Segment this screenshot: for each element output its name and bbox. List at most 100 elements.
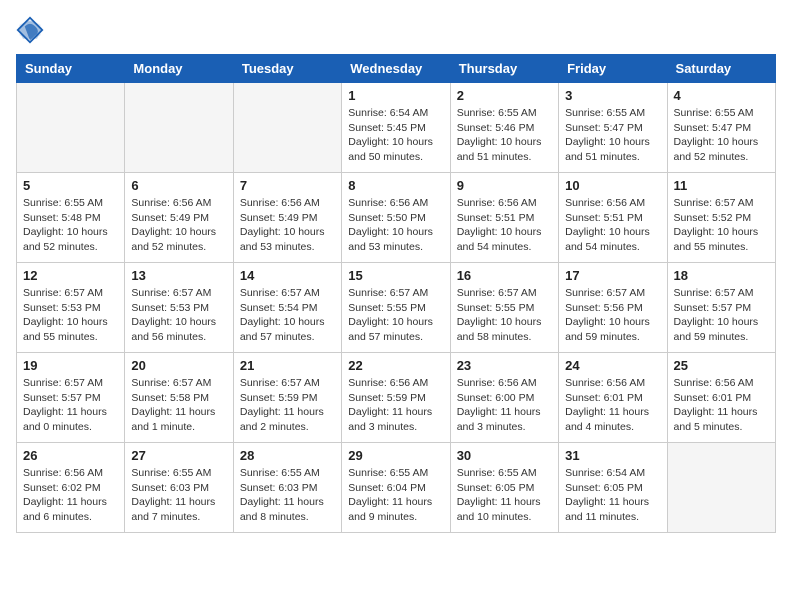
day-number: 23: [457, 358, 552, 373]
calendar-cell: 13Sunrise: 6:57 AM Sunset: 5:53 PM Dayli…: [125, 263, 233, 353]
day-number: 12: [23, 268, 118, 283]
day-info: Sunrise: 6:56 AM Sunset: 6:02 PM Dayligh…: [23, 466, 118, 525]
day-number: 3: [565, 88, 660, 103]
day-number: 14: [240, 268, 335, 283]
day-info: Sunrise: 6:57 AM Sunset: 5:55 PM Dayligh…: [348, 286, 443, 345]
day-info: Sunrise: 6:55 AM Sunset: 6:03 PM Dayligh…: [240, 466, 335, 525]
calendar-cell: [17, 83, 125, 173]
day-info: Sunrise: 6:55 AM Sunset: 6:05 PM Dayligh…: [457, 466, 552, 525]
calendar-cell: 8 Sunrise: 6:56 AM Sunset: 5:50 PM Daylig…: [342, 173, 450, 263]
day-number: 18: [674, 268, 769, 283]
day-info: Sunrise: 6:56 AM Sunset: 5:59 PM Dayligh…: [348, 376, 443, 435]
day-info: Sunrise: 6:54 AM Sunset: 5:45 PM Dayligh…: [348, 106, 443, 165]
day-number: 17: [565, 268, 660, 283]
day-number: 2: [457, 88, 552, 103]
logo: [16, 16, 48, 44]
day-number: 5: [23, 178, 118, 193]
day-number: 22: [348, 358, 443, 373]
day-info: Sunrise: 6:54 AM Sunset: 6:05 PM Dayligh…: [565, 466, 660, 525]
calendar-cell: 27 Sunrise: 6:55 AM Sunset: 6:03 PM Dayli…: [125, 443, 233, 533]
day-number: 30: [457, 448, 552, 463]
calendar-cell: 29 Sunrise: 6:55 AM Sunset: 6:04 PM Dayli…: [342, 443, 450, 533]
calendar-cell: 5 Sunrise: 6:55 AM Sunset: 5:48 PM Daylig…: [17, 173, 125, 263]
day-info: Sunrise: 6:55 AM Sunset: 5:47 PM Dayligh…: [674, 106, 769, 165]
day-info: Sunrise: 6:56 AM Sunset: 5:51 PM Dayligh…: [457, 196, 552, 255]
calendar-cell: 12 Sunrise: 6:57 AM Sunset: 5:53 PM Dayli…: [17, 263, 125, 353]
weekday-header: Saturday: [667, 55, 775, 83]
calendar-cell: 24 Sunrise: 6:56 AM Sunset: 6:01 PM Dayli…: [559, 353, 667, 443]
day-number: 25: [674, 358, 769, 373]
calendar-cell: 1 Sunrise: 6:54 AM Sunset: 5:45 PM Daylig…: [342, 83, 450, 173]
day-number: 8: [348, 178, 443, 193]
calendar-cell: 14 Sunrise: 6:57 AM Sunset: 5:54 PM Dayli…: [233, 263, 341, 353]
page-header: [16, 16, 776, 44]
day-info: Sunrise: 6:55 AM Sunset: 6:03 PM Dayligh…: [131, 466, 226, 525]
weekday-header: Tuesday: [233, 55, 341, 83]
day-number: 6: [131, 178, 226, 193]
calendar-cell: [125, 83, 233, 173]
calendar-cell: [667, 443, 775, 533]
day-number: 15: [348, 268, 443, 283]
calendar-cell: 28 Sunrise: 6:55 AM Sunset: 6:03 PM Dayli…: [233, 443, 341, 533]
day-info: Sunrise: 6:56 AM Sunset: 6:01 PM Dayligh…: [674, 376, 769, 435]
calendar-cell: 31 Sunrise: 6:54 AM Sunset: 6:05 PM Dayli…: [559, 443, 667, 533]
day-info: Sunrise: 6:56 AM Sunset: 5:49 PM Dayligh…: [131, 196, 226, 255]
day-number: 10: [565, 178, 660, 193]
day-number: 1: [348, 88, 443, 103]
day-info: Sunrise: 6:55 AM Sunset: 5:46 PM Dayligh…: [457, 106, 552, 165]
calendar-cell: 4 Sunrise: 6:55 AM Sunset: 5:47 PM Daylig…: [667, 83, 775, 173]
day-info: Sunrise: 6:57 AM Sunset: 5:56 PM Dayligh…: [565, 286, 660, 345]
day-info: Sunrise: 6:56 AM Sunset: 5:50 PM Dayligh…: [348, 196, 443, 255]
day-info: Sunrise: 6:56 AM Sunset: 5:49 PM Dayligh…: [240, 196, 335, 255]
day-info: Sunrise: 6:57 AM Sunset: 5:57 PM Dayligh…: [23, 376, 118, 435]
day-info: Sunrise: 6:57 AM Sunset: 5:58 PM Dayligh…: [131, 376, 226, 435]
calendar-cell: 16Sunrise: 6:57 AM Sunset: 5:55 PM Dayli…: [450, 263, 558, 353]
weekday-header-row: SundayMondayTuesdayWednesdayThursdayFrid…: [17, 55, 776, 83]
day-number: 4: [674, 88, 769, 103]
day-info: Sunrise: 6:57 AM Sunset: 5:54 PM Dayligh…: [240, 286, 335, 345]
day-number: 9: [457, 178, 552, 193]
calendar-cell: 30 Sunrise: 6:55 AM Sunset: 6:05 PM Dayli…: [450, 443, 558, 533]
calendar-week-row: 12 Sunrise: 6:57 AM Sunset: 5:53 PM Dayli…: [17, 263, 776, 353]
day-info: Sunrise: 6:57 AM Sunset: 5:55 PM Dayligh…: [457, 286, 552, 345]
weekday-header: Sunday: [17, 55, 125, 83]
day-number: 20: [131, 358, 226, 373]
calendar-cell: 20 Sunrise: 6:57 AM Sunset: 5:58 PM Dayli…: [125, 353, 233, 443]
calendar-week-row: 5 Sunrise: 6:55 AM Sunset: 5:48 PM Daylig…: [17, 173, 776, 263]
day-number: 29: [348, 448, 443, 463]
calendar-cell: 26 Sunrise: 6:56 AM Sunset: 6:02 PM Dayli…: [17, 443, 125, 533]
calendar-cell: 3 Sunrise: 6:55 AM Sunset: 5:47 PM Daylig…: [559, 83, 667, 173]
day-number: 27: [131, 448, 226, 463]
day-info: Sunrise: 6:55 AM Sunset: 5:47 PM Dayligh…: [565, 106, 660, 165]
calendar-cell: 19Sunrise: 6:57 AM Sunset: 5:57 PM Dayli…: [17, 353, 125, 443]
day-info: Sunrise: 6:56 AM Sunset: 6:01 PM Dayligh…: [565, 376, 660, 435]
calendar-cell: 21Sunrise: 6:57 AM Sunset: 5:59 PM Dayli…: [233, 353, 341, 443]
day-info: Sunrise: 6:56 AM Sunset: 6:00 PM Dayligh…: [457, 376, 552, 435]
day-info: Sunrise: 6:55 AM Sunset: 6:04 PM Dayligh…: [348, 466, 443, 525]
calendar-cell: [233, 83, 341, 173]
day-number: 31: [565, 448, 660, 463]
day-info: Sunrise: 6:57 AM Sunset: 5:53 PM Dayligh…: [23, 286, 118, 345]
day-info: Sunrise: 6:57 AM Sunset: 5:53 PM Dayligh…: [131, 286, 226, 345]
calendar-week-row: 19Sunrise: 6:57 AM Sunset: 5:57 PM Dayli…: [17, 353, 776, 443]
day-number: 26: [23, 448, 118, 463]
day-info: Sunrise: 6:57 AM Sunset: 5:52 PM Dayligh…: [674, 196, 769, 255]
calendar-cell: 23 Sunrise: 6:56 AM Sunset: 6:00 PM Dayli…: [450, 353, 558, 443]
weekday-header: Friday: [559, 55, 667, 83]
calendar-body: 1 Sunrise: 6:54 AM Sunset: 5:45 PM Daylig…: [17, 83, 776, 533]
day-info: Sunrise: 6:57 AM Sunset: 5:57 PM Dayligh…: [674, 286, 769, 345]
weekday-header: Wednesday: [342, 55, 450, 83]
day-info: Sunrise: 6:56 AM Sunset: 5:51 PM Dayligh…: [565, 196, 660, 255]
day-number: 24: [565, 358, 660, 373]
calendar-cell: 25 Sunrise: 6:56 AM Sunset: 6:01 PM Dayli…: [667, 353, 775, 443]
logo-icon: [16, 16, 44, 44]
calendar-cell: 10 Sunrise: 6:56 AM Sunset: 5:51 PM Dayli…: [559, 173, 667, 263]
calendar-header: SundayMondayTuesdayWednesdayThursdayFrid…: [17, 55, 776, 83]
calendar-table: SundayMondayTuesdayWednesdayThursdayFrid…: [16, 54, 776, 533]
calendar-cell: 7Sunrise: 6:56 AM Sunset: 5:49 PM Daylig…: [233, 173, 341, 263]
day-number: 28: [240, 448, 335, 463]
calendar-cell: 11Sunrise: 6:57 AM Sunset: 5:52 PM Dayli…: [667, 173, 775, 263]
day-info: Sunrise: 6:55 AM Sunset: 5:48 PM Dayligh…: [23, 196, 118, 255]
weekday-header: Thursday: [450, 55, 558, 83]
calendar-cell: 15 Sunrise: 6:57 AM Sunset: 5:55 PM Dayli…: [342, 263, 450, 353]
